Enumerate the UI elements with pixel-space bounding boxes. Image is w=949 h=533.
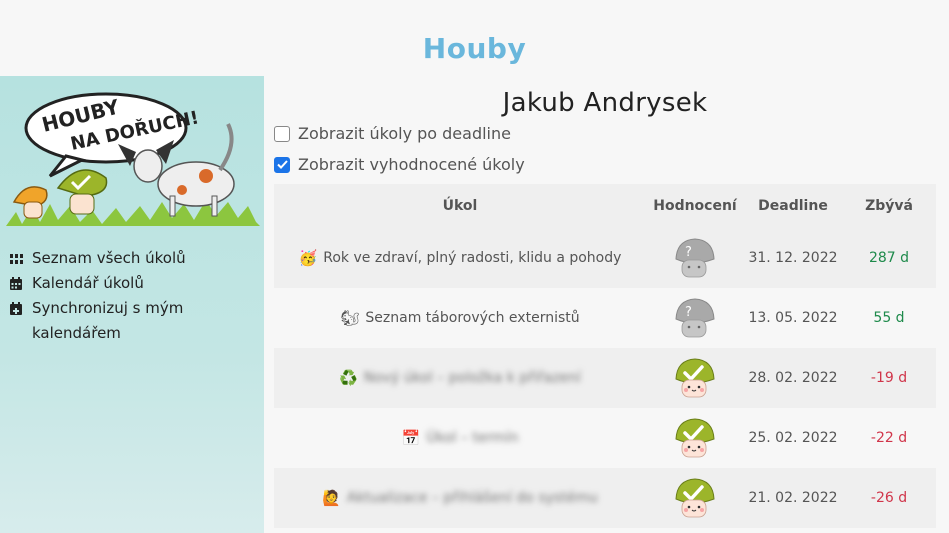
task-emoji-icon: 🙋 [322, 489, 341, 507]
mushroom-unknown-icon: ? [646, 297, 744, 339]
mushroom-done-icon [646, 417, 744, 459]
header-deadline[interactable]: Deadline [744, 198, 842, 214]
mushroom-done-icon [646, 477, 744, 519]
header-task[interactable]: Úkol [274, 198, 646, 214]
header-left[interactable]: Zbývá [842, 198, 936, 214]
task-cell[interactable]: ♻️ Nový úkol – položka k přiřazení [274, 369, 646, 387]
remaining-cell: 287 d [868, 250, 910, 266]
task-title[interactable]: Seznam táborových externistů [365, 310, 579, 326]
calendar-plus-icon [10, 296, 32, 321]
header-eval[interactable]: Hodnocení [646, 198, 744, 214]
task-emoji-icon: 🐿 [340, 309, 360, 327]
sidebar: HOUBY NA DOŘUCH! Seznam všech úkolů Kale… [0, 76, 264, 533]
task-title[interactable]: Nový úkol – položka k přiřazení [364, 370, 581, 386]
deadline-cell: 28. 02. 2022 [748, 370, 838, 386]
sidebar-item-label: Kalendář úkolů [32, 274, 144, 292]
remaining-cell: -22 d [870, 430, 908, 446]
task-emoji-icon: ♻️ [339, 369, 358, 387]
deadline-cell: 13. 05. 2022 [748, 310, 838, 326]
remaining-cell: 55 d [873, 310, 905, 326]
person-name: Jakub Andrysek [502, 88, 708, 118]
task-title[interactable]: Úkol – termín [426, 430, 518, 446]
deadline-cell: 31. 12. 2022 [748, 250, 838, 266]
sidebar-item-all-tasks[interactable]: Seznam všech úkolů [10, 246, 255, 271]
remaining-cell: -19 d [870, 370, 908, 386]
app-title: Houby [422, 32, 527, 65]
filter-show-evaluated[interactable]: Zobrazit vyhodnocené úkoly [274, 155, 525, 174]
table-body: 🥳 Rok ve zdraví, plný radosti, klidu a po… [274, 228, 936, 528]
svg-text:?: ? [685, 305, 692, 320]
task-emoji-icon: 📅 [401, 429, 421, 447]
table-row[interactable]: 🥳 Rok ve zdraví, plný radosti, klidu a po… [274, 228, 936, 288]
calendar-icon [10, 271, 32, 296]
svg-text:?: ? [685, 245, 692, 260]
deadline-cell: 25. 02. 2022 [748, 430, 838, 446]
deadline-cell: 21. 02. 2022 [748, 490, 838, 506]
filter-label: Zobrazit vyhodnocené úkoly [298, 155, 525, 174]
sidebar-item-calendar[interactable]: Kalendář úkolů [10, 271, 255, 296]
task-cell[interactable]: 🥳 Rok ve zdraví, plný radosti, klidu a po… [274, 249, 646, 267]
grid-icon [10, 246, 32, 271]
table-header: Úkol Hodnocení Deadline Zbývá [274, 184, 936, 228]
sidebar-item-sync-calendar[interactable]: Synchronizuj s mým kalendářem [10, 296, 255, 346]
tasks-table: Úkol Hodnocení Deadline Zbývá 🥳 Rok ve zd… [274, 184, 936, 528]
task-title[interactable]: Aktualizace – přihlášení do systému [347, 490, 598, 506]
table-row[interactable]: 🙋 Aktualizace – přihlášení do systému 21. … [274, 468, 936, 528]
checkbox-after-deadline[interactable] [274, 125, 290, 142]
sidebar-item-label: Synchronizuj s mým kalendářem [32, 299, 184, 342]
task-cell[interactable]: 🙋 Aktualizace – přihlášení do systému [274, 489, 646, 507]
checkbox-evaluated[interactable] [274, 156, 290, 173]
sidebar-nav: Seznam všech úkolů Kalendář úkolů Synchr… [10, 246, 255, 346]
remaining-cell: -26 d [870, 490, 908, 506]
task-emoji-icon: 🥳 [298, 249, 318, 267]
mushroom-done-icon [646, 357, 744, 399]
filter-label: Zobrazit úkoly po deadline [298, 124, 511, 143]
task-title[interactable]: Rok ve zdraví, plný radosti, klidu a poh… [323, 250, 621, 266]
task-cell[interactable]: 🐿 Seznam táborových externistů [274, 309, 646, 327]
mushroom-unknown-icon: ? [646, 237, 744, 279]
table-row[interactable]: ♻️ Nový úkol – položka k přiřazení 28. 02.… [274, 348, 936, 408]
sidebar-item-label: Seznam všech úkolů [32, 249, 186, 267]
table-row[interactable]: 🐿 Seznam táborových externistů? 13. 05. 20… [274, 288, 936, 348]
task-cell[interactable]: 📅 Úkol – termín [274, 429, 646, 447]
table-row[interactable]: 📅 Úkol – termín 25. 02. 2022 -22 d [274, 408, 936, 468]
filter-show-after-deadline[interactable]: Zobrazit úkoly po deadline [274, 124, 511, 143]
houby-logo: HOUBY NA DOŘUCH! [6, 92, 260, 226]
